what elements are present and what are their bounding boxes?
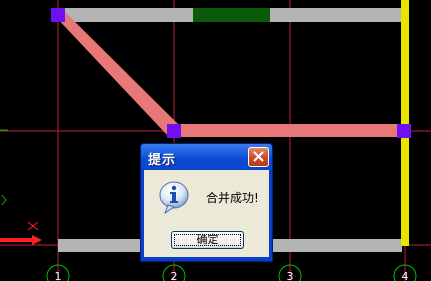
axis-label-2: 2 bbox=[171, 270, 178, 281]
close-icon bbox=[253, 151, 264, 162]
dialog-body: 合并成功! 确定 bbox=[144, 170, 269, 257]
node-top-left[interactable] bbox=[51, 8, 65, 22]
close-button[interactable] bbox=[248, 147, 269, 167]
axis-label-1: 1 bbox=[55, 270, 62, 281]
node-middle-right[interactable] bbox=[397, 124, 411, 138]
dialog-titlebar[interactable]: 提示 bbox=[141, 144, 272, 170]
top-beam-selected-segment[interactable] bbox=[193, 8, 270, 22]
dialog-title: 提示 bbox=[148, 153, 177, 168]
ok-button-label: 确定 bbox=[196, 233, 219, 246]
ok-button[interactable]: 确定 bbox=[171, 231, 244, 249]
axis-label-4: 4 bbox=[402, 270, 409, 281]
right-column[interactable] bbox=[401, 0, 409, 246]
node-middle-left[interactable] bbox=[167, 124, 181, 138]
dialog-message: 合并成功! bbox=[206, 191, 259, 205]
info-icon bbox=[159, 181, 189, 214]
message-dialog: 提示 合并成功! 确定 bbox=[140, 143, 273, 262]
middle-beam[interactable] bbox=[174, 124, 404, 137]
axis-label-3: 3 bbox=[287, 270, 294, 281]
